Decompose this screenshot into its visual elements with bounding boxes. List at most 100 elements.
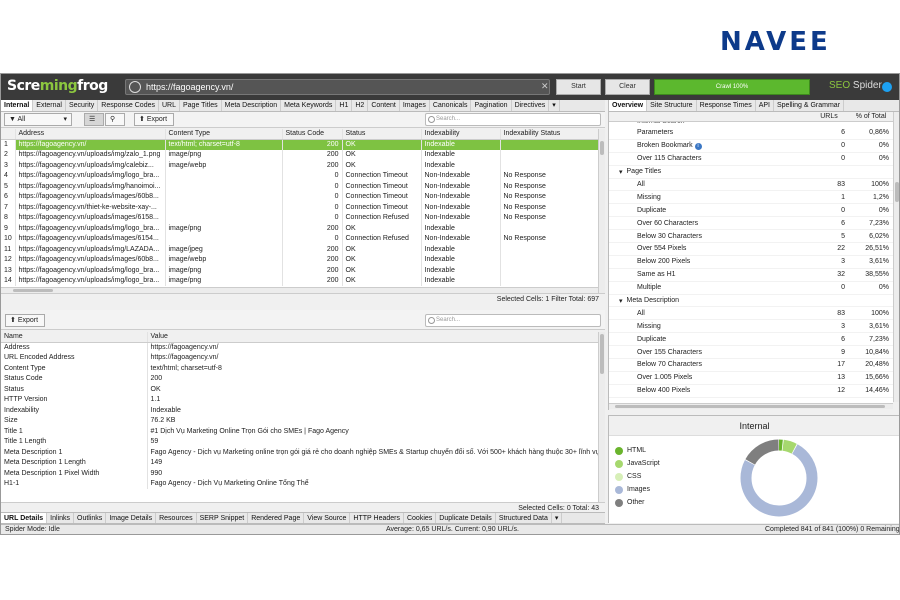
table-row[interactable]: 11 https://fagoagency.vn/uploads/img/LAZA… (1, 244, 598, 255)
bottom-tab-view-source[interactable]: View Source (304, 513, 351, 523)
details-row[interactable]: Content Type text/html; charset=utf-8 (1, 363, 598, 374)
tab-h2[interactable]: H2 (352, 100, 369, 111)
tree-view-button[interactable]: ⚲ (105, 113, 125, 126)
right-tab-spelling-grammar[interactable]: Spelling & Grammar (774, 100, 845, 111)
tabs-overflow-icon[interactable]: ▾ (549, 100, 560, 111)
table-row[interactable]: 1 https://fagoagency.vn/text/html; charse… (1, 139, 598, 150)
bottom-tabs-overflow-icon[interactable]: ▾ (552, 513, 563, 523)
bottom-tab-url-details[interactable]: URL Details (1, 513, 48, 523)
table-row[interactable]: 7 https://fagoagency.vn/thiet-ke-website-… (1, 202, 598, 213)
overview-hscroll[interactable] (609, 403, 893, 409)
right-tab-response-times[interactable]: Response Times (697, 100, 756, 111)
table-row[interactable]: 13 https://fagoagency.vn/uploads/img/logo… (1, 265, 598, 276)
clear-url-icon[interactable]: ✕ (541, 81, 549, 92)
tab-meta-description[interactable]: Meta Description (222, 100, 282, 111)
right-tab-overview[interactable]: Overview (609, 100, 648, 111)
overview-item[interactable]: Below 70 Characters 17 20,48% (609, 359, 893, 372)
right-tab-site-structure[interactable]: Site Structure (647, 100, 697, 111)
bottom-tab-inlinks[interactable]: Inlinks (47, 513, 75, 523)
table-row[interactable]: 10 https://fagoagency.vn/uploads/images/6… (1, 233, 598, 244)
details-row[interactable]: Meta Description 1 Fago Agency - Dịch vụ … (1, 447, 598, 458)
column-header[interactable]: Indexability (421, 129, 501, 140)
details-row[interactable]: HTTP Version 1.1 (1, 394, 598, 405)
bottom-tab-serp-snippet[interactable]: SERP Snippet (197, 513, 249, 523)
right-tab-api[interactable]: API (756, 100, 774, 111)
details-row[interactable]: URL Encoded Address https://fagoagency.vn… (1, 352, 598, 363)
table-row[interactable]: 6 https://fagoagency.vn/uploads/images/60… (1, 191, 598, 202)
export-button[interactable]: ⬆ Export (134, 113, 174, 126)
clear-button[interactable]: Clear (605, 79, 650, 95)
details-row[interactable]: Meta Description 1 Pixel Width 990 (1, 468, 598, 479)
overview-item[interactable]: Over 115 Characters 0 0% (609, 153, 893, 166)
details-vscroll[interactable] (598, 332, 605, 502)
bottom-tab-rendered-page[interactable]: Rendered Page (248, 513, 305, 523)
overview-item[interactable]: Same as H1 32 38,55% (609, 269, 893, 282)
overview-item[interactable]: All 83 100% (609, 179, 893, 192)
tab-directives[interactable]: Directives (512, 100, 550, 111)
table-row[interactable]: 8 https://fagoagency.vn/uploads/images/61… (1, 212, 598, 223)
tab-canonicals[interactable]: Canonicals (430, 100, 472, 111)
details-row[interactable]: Status OK (1, 384, 598, 395)
tab-page-titles[interactable]: Page Titles (180, 100, 222, 111)
overview-item[interactable]: Over 155 Characters 9 10,84% (609, 346, 893, 360)
overview-item[interactable]: Below 30 Characters 5 6,02% (609, 230, 893, 244)
column-header[interactable]: Status (342, 129, 422, 140)
filter-dropdown[interactable]: ▼ All ▾ (4, 113, 72, 126)
overview-item[interactable]: Multiple 0 0% (609, 282, 893, 295)
column-header[interactable]: Indexability Status (500, 129, 598, 140)
bottom-tab-image-details[interactable]: Image Details (106, 513, 157, 523)
details-row[interactable]: Address https://fagoagency.vn/ (1, 342, 598, 353)
details-row[interactable]: Meta Description 1 Length 149 (1, 457, 598, 468)
overview-item[interactable]: Over 60 Characters 6 7,23% (609, 217, 893, 231)
tab-content[interactable]: Content (368, 100, 400, 111)
tab-h1[interactable]: H1 (336, 100, 353, 111)
details-export-button[interactable]: ⬆ Export (5, 314, 45, 327)
details-row[interactable]: Title 1 #1 Dịch Vụ Marketing Online Trọn … (1, 426, 598, 437)
twitter-icon[interactable] (882, 82, 892, 92)
bottom-tab-resources[interactable]: Resources (156, 513, 197, 523)
expand-icon[interactable]: ▾ (609, 168, 623, 176)
tab-response-codes[interactable]: Response Codes (98, 100, 159, 111)
overview-vscroll[interactable] (893, 112, 899, 402)
tab-pagination[interactable]: Pagination (471, 100, 512, 111)
overview-item[interactable]: Over 1.005 Pixels 13 15,66% (609, 372, 893, 385)
overview-section[interactable]: ▾ Meta Description (609, 295, 893, 308)
tab-internal[interactable]: Internal (1, 100, 34, 111)
details-row[interactable]: H1-1 Fago Agency - Dịch Vụ Marketing Onli… (1, 478, 598, 489)
tab-security[interactable]: Security (66, 100, 99, 111)
details-row[interactable]: Indexability Indexable (1, 405, 598, 416)
column-header[interactable]: Name (1, 332, 148, 343)
main-table-vscroll[interactable] (598, 129, 605, 293)
start-button[interactable]: Start (556, 79, 601, 95)
overview-item[interactable]: Below 200 Pixels 3 3,61% (609, 256, 893, 269)
overview-item[interactable]: Parameters 6 0,86% (609, 127, 893, 140)
column-header[interactable]: Value (147, 332, 598, 343)
column-header[interactable]: Content Type (165, 129, 283, 140)
bottom-tab-http-headers[interactable]: HTTP Headers (350, 513, 404, 523)
overview-item[interactable]: Over 554 Pixels 22 26,51% (609, 243, 893, 256)
overview-item[interactable]: Broken Bookmark i 0 0% (609, 140, 893, 153)
bottom-tab-duplicate-details[interactable]: Duplicate Details (436, 513, 496, 523)
table-row[interactable]: 12 https://fagoagency.vn/uploads/images/6… (1, 254, 598, 265)
list-view-button[interactable]: ☰ (84, 113, 104, 126)
overview-item[interactable]: Missing 3 3,61% (609, 320, 893, 334)
overview-item[interactable]: Duplicate 6 7,23% (609, 333, 893, 347)
details-row[interactable]: Status Code 200 (1, 373, 598, 384)
url-input[interactable]: https://fagoagency.vn/ (125, 79, 550, 95)
overview-section[interactable]: ▾ Page Titles (609, 166, 893, 179)
table-row[interactable]: 4 https://fagoagency.vn/uploads/img/logo_… (1, 170, 598, 181)
tab-external[interactable]: External (33, 100, 66, 111)
details-row[interactable]: Size 76.2 KB (1, 415, 598, 426)
main-search-input[interactable]: Search... (425, 113, 601, 126)
details-row[interactable]: Title 1 Length 59 (1, 436, 598, 447)
column-header[interactable]: Address (15, 129, 166, 140)
overview-item[interactable]: Missing 1 1,2% (609, 191, 893, 205)
tab-url[interactable]: URL (159, 100, 180, 111)
bottom-tab-cookies[interactable]: Cookies (404, 513, 437, 523)
table-row[interactable]: 14 https://fagoagency.vn/uploads/img/logo… (1, 275, 598, 286)
tab-images[interactable]: Images (400, 100, 430, 111)
overview-item[interactable]: Duplicate 0 0% (609, 204, 893, 218)
column-header[interactable]: Status Code (282, 129, 343, 140)
details-search-input[interactable]: Search... (425, 314, 601, 327)
bottom-tab-outlinks[interactable]: Outlinks (74, 513, 107, 523)
